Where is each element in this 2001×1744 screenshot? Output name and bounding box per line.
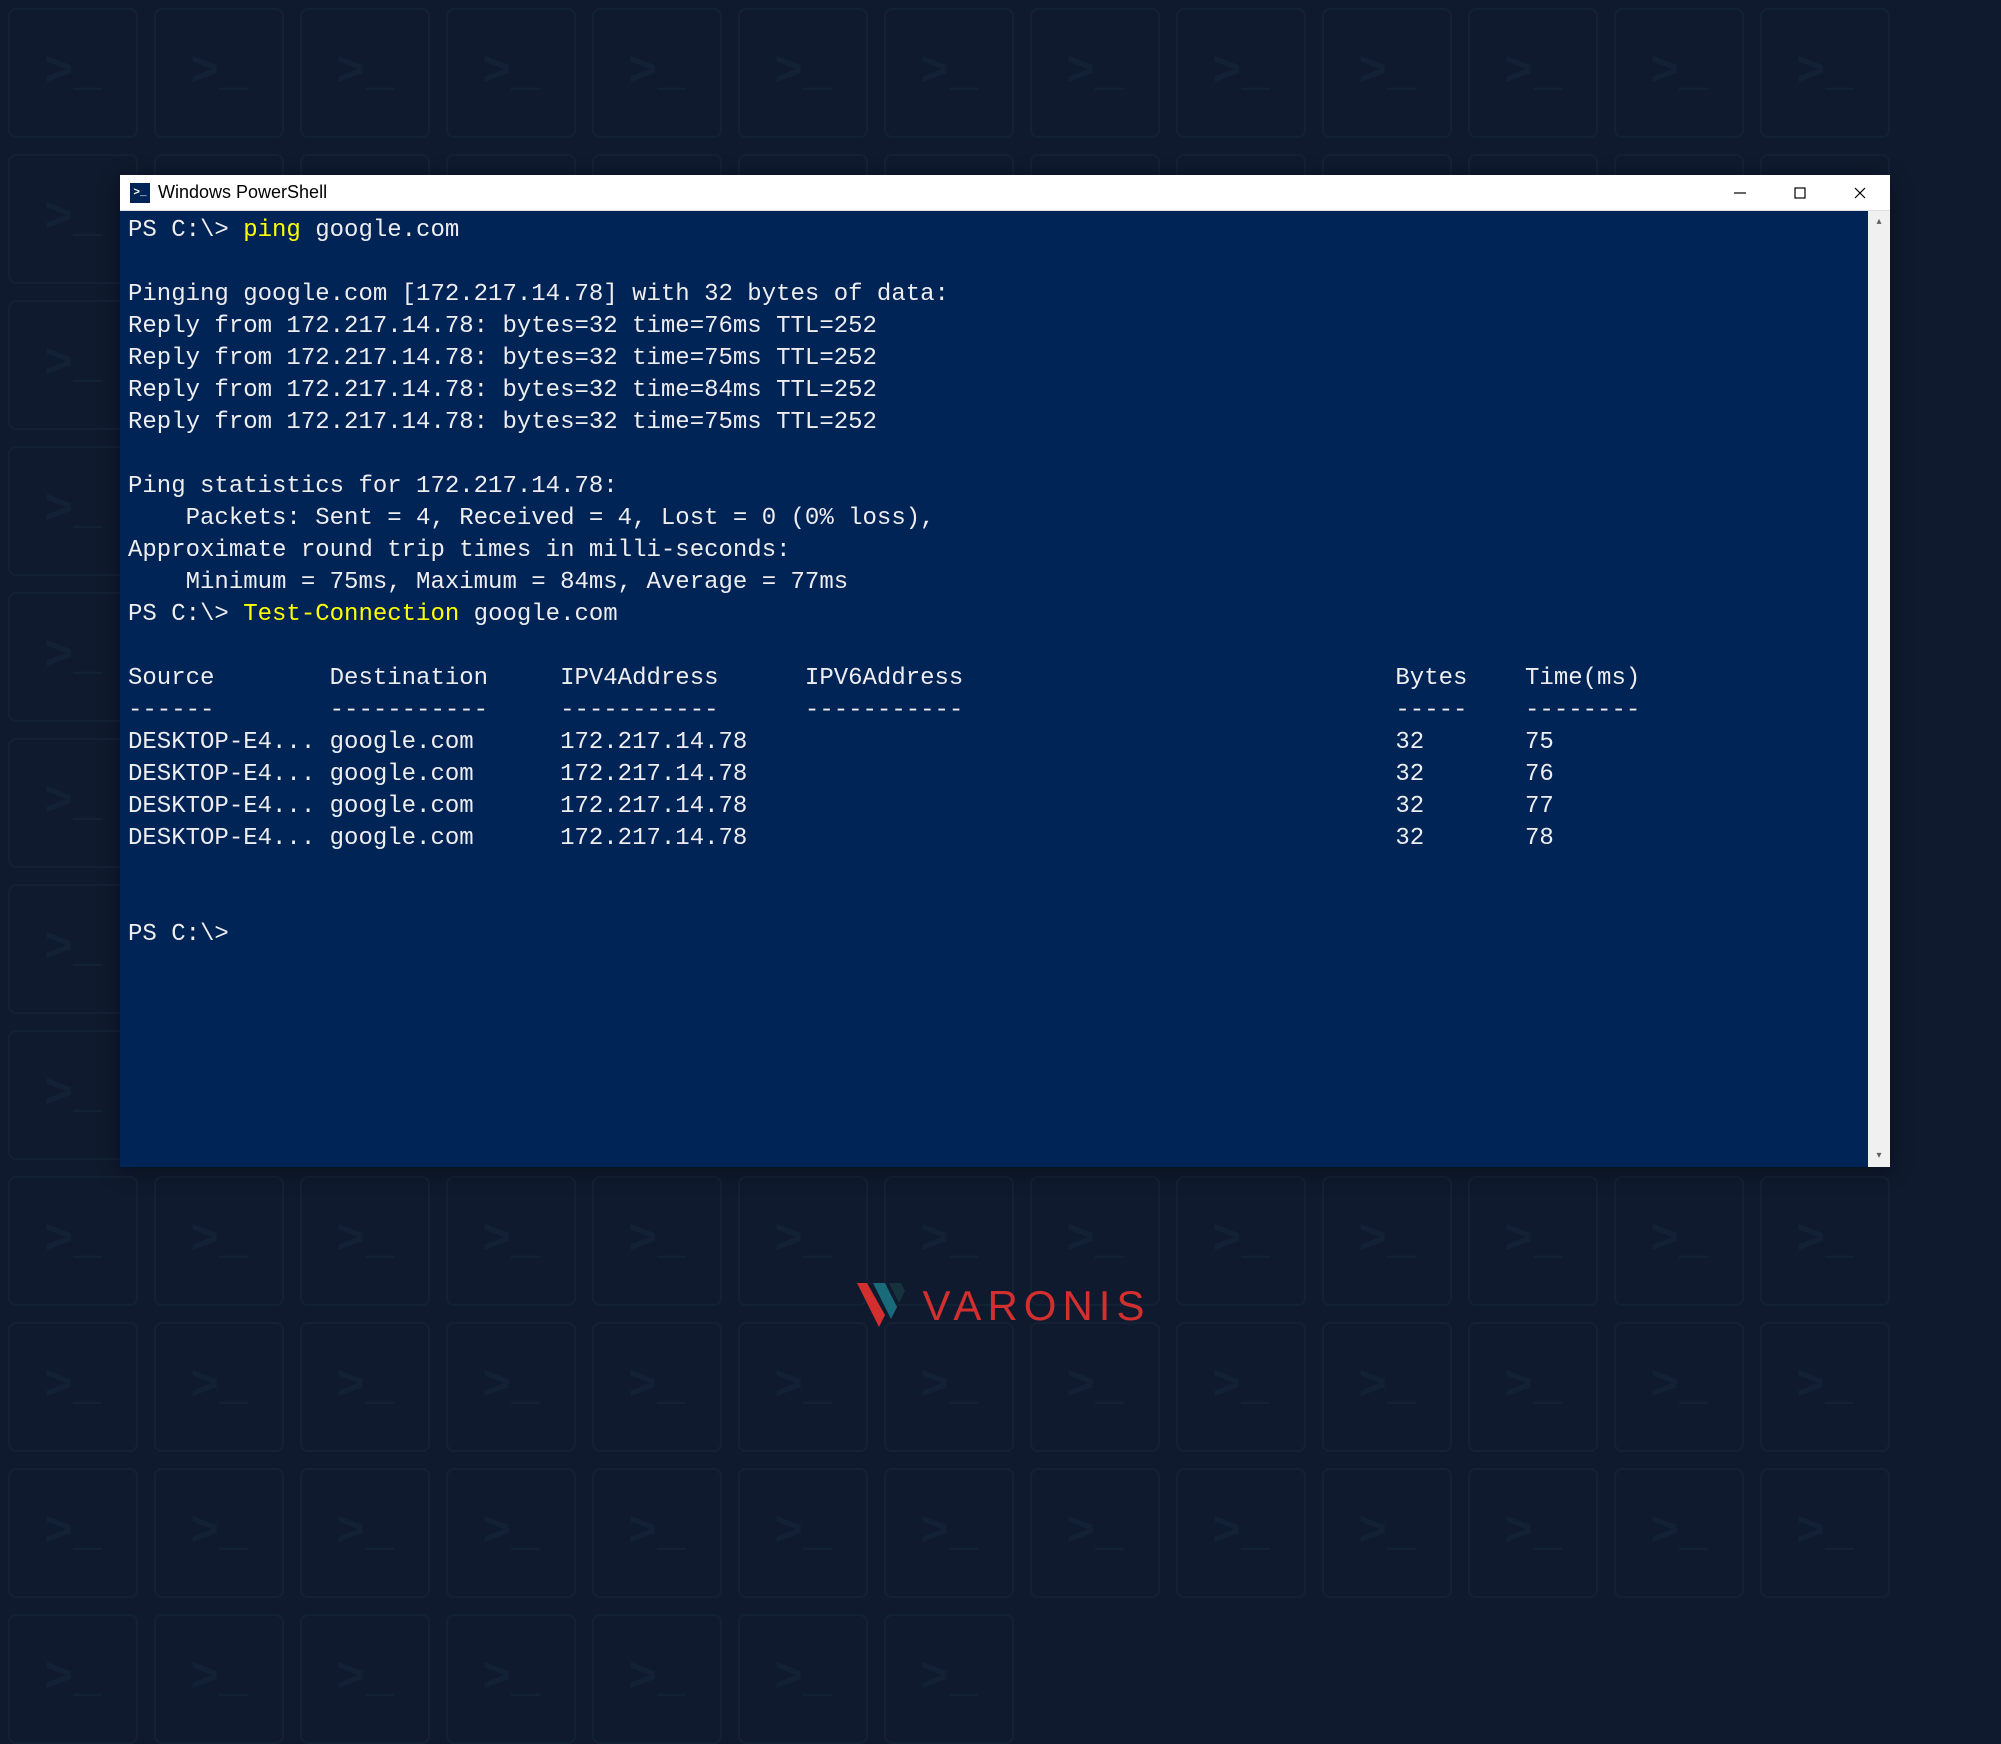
varonis-wordmark: VARONIS: [923, 1282, 1151, 1330]
table-row: DESKTOP-E4... google.com 172.217.14.78 3…: [128, 825, 1554, 852]
ping-stats-packets: Packets: Sent = 4, Received = 4, Lost = …: [128, 505, 935, 532]
rtt-header: Approximate round trip times in milli-se…: [128, 537, 791, 564]
scroll-up-icon[interactable]: ▴: [1868, 211, 1890, 233]
table-header: Source Destination IPV4Address IPV6Addre…: [128, 665, 1640, 692]
terminal-area: PS C:\> ping google.com Pinging google.c…: [120, 211, 1890, 1167]
window-title: Windows PowerShell: [158, 182, 327, 203]
ping-reply: Reply from 172.217.14.78: bytes=32 time=…: [128, 313, 877, 340]
rtt-values: Minimum = 75ms, Maximum = 84ms, Average …: [128, 569, 848, 596]
ping-stats-header: Ping statistics for 172.217.14.78:: [128, 473, 618, 500]
table-row: DESKTOP-E4... google.com 172.217.14.78 3…: [128, 761, 1554, 788]
table-row: DESKTOP-E4... google.com 172.217.14.78 3…: [128, 793, 1554, 820]
window-controls: [1710, 175, 1890, 210]
terminal-output[interactable]: PS C:\> ping google.com Pinging google.c…: [120, 211, 1868, 1167]
powershell-window: >_ Windows PowerShell PS C:\> ping googl…: [120, 175, 1890, 1167]
minimize-button[interactable]: [1710, 175, 1770, 210]
ping-reply: Reply from 172.217.14.78: bytes=32 time=…: [128, 345, 877, 372]
scroll-down-icon[interactable]: ▾: [1868, 1145, 1890, 1167]
vertical-scrollbar[interactable]: ▴ ▾: [1868, 211, 1890, 1167]
prompt: PS C:\>: [128, 217, 243, 244]
window-titlebar[interactable]: >_ Windows PowerShell: [120, 175, 1890, 211]
brand-logo: VARONIS: [0, 1279, 2001, 1333]
command-ping: ping: [243, 217, 301, 244]
command-test-connection: Test-Connection: [243, 601, 459, 628]
ping-reply: Reply from 172.217.14.78: bytes=32 time=…: [128, 409, 877, 436]
ping-reply: Reply from 172.217.14.78: bytes=32 time=…: [128, 377, 877, 404]
table-divider: ------ ----------- ----------- ---------…: [128, 697, 1640, 724]
prompt: PS C:\>: [128, 601, 243, 628]
ping-header: Pinging google.com [172.217.14.78] with …: [128, 281, 949, 308]
command-args: google.com: [301, 217, 459, 244]
maximize-button[interactable]: [1770, 175, 1830, 210]
scroll-track[interactable]: [1868, 233, 1890, 1145]
command-args: google.com: [459, 601, 617, 628]
close-button[interactable]: [1830, 175, 1890, 210]
powershell-icon: >_: [130, 183, 150, 203]
prompt: PS C:\>: [128, 921, 229, 948]
table-row: DESKTOP-E4... google.com 172.217.14.78 3…: [128, 729, 1554, 756]
varonis-mark-icon: [851, 1279, 911, 1333]
